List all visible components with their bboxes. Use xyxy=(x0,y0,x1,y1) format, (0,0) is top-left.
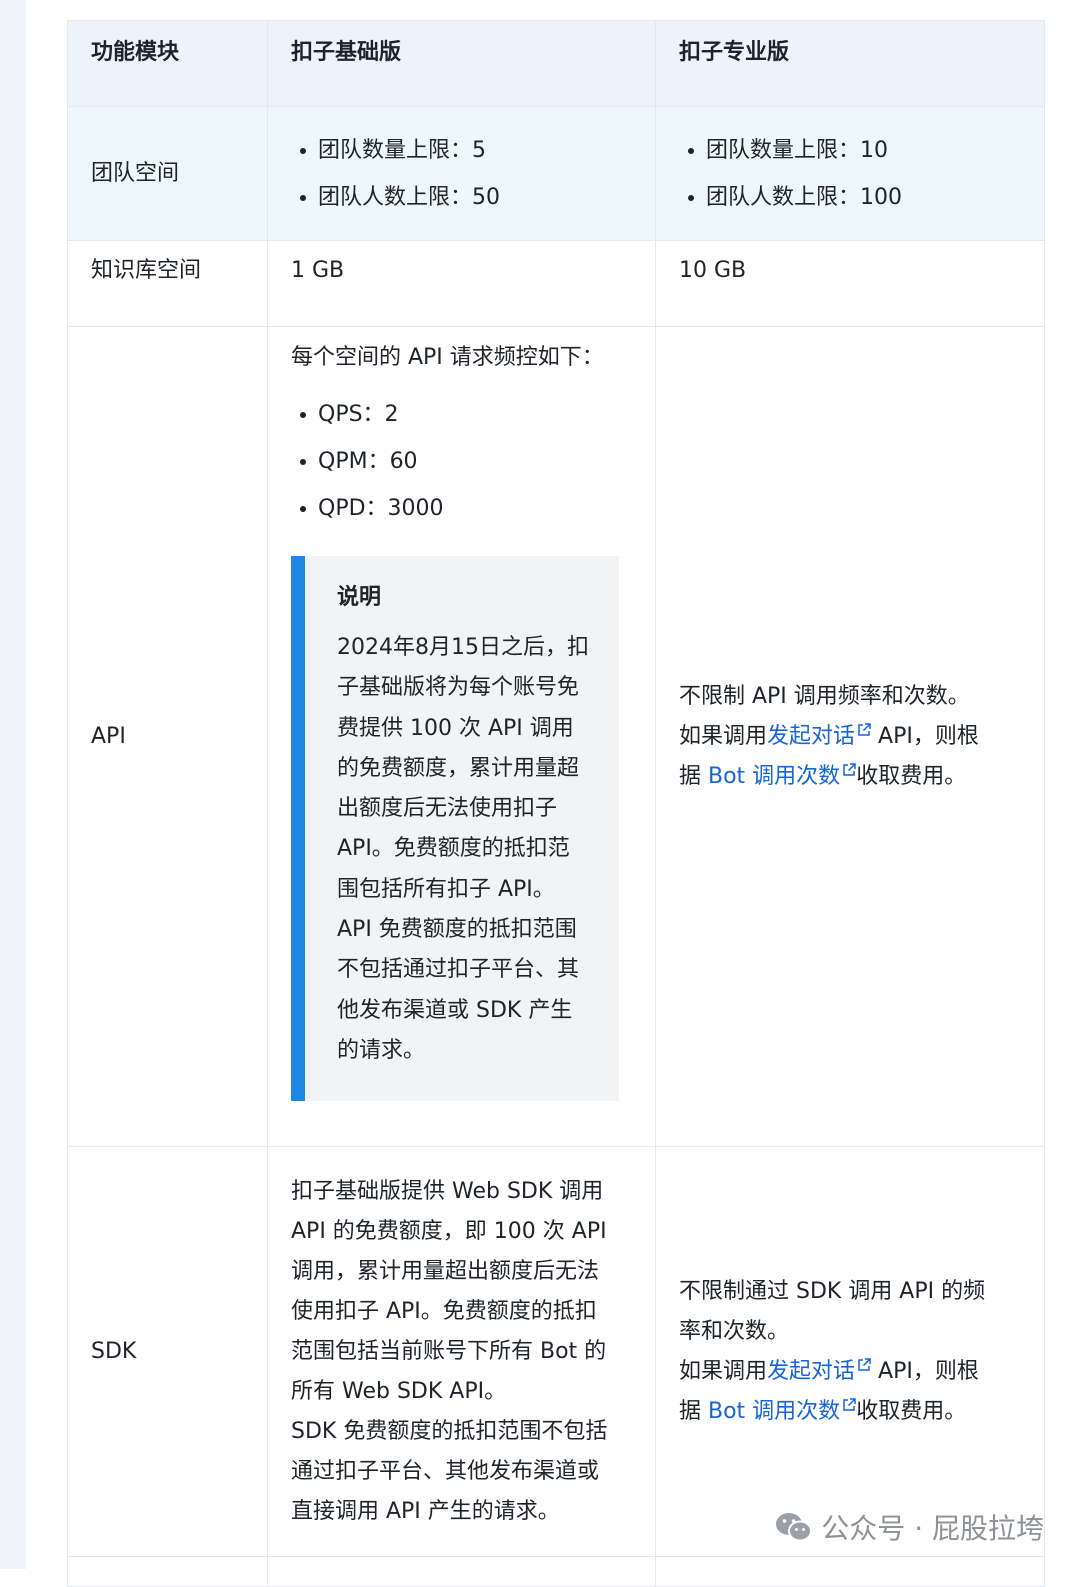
external-link-icon[interactable] xyxy=(842,1397,856,1412)
team-label: 团队空间 xyxy=(67,106,268,241)
kb-label: 知识库空间 xyxy=(67,240,268,327)
sdk-basic-line: 使用扣子 API。免费额度的抵扣 xyxy=(291,1298,597,1324)
link-bot-call-count[interactable]: Bot 调用次数 xyxy=(708,764,840,789)
sdk-pro-line: 据 Bot 调用次数 收取费用。 xyxy=(679,1392,1022,1432)
api-pro-line: 不限制 API 调用频率和次数。 xyxy=(679,683,970,709)
api-basic-cell: 每个空间的 API 请求频控如下： QPS：2 QPM：60 QPD：3000 … xyxy=(267,326,656,1147)
table-header-row: 功能模块 扣子基础版 扣子专业版 xyxy=(67,20,1045,107)
sdk-basic-line: 调用，累计用量超出额度后无法 xyxy=(291,1258,600,1284)
api-pro-mid: API，则根 xyxy=(871,723,979,749)
note-line: 的免费额度，累计用量超 xyxy=(337,755,580,781)
team-pro-cell: 团队数量上限：10 团队人数上限：100 xyxy=(655,106,1045,241)
sdk-pro-prefix: 如果调用 xyxy=(679,1358,768,1384)
external-link-icon[interactable] xyxy=(857,722,871,737)
link-start-conversation[interactable]: 发起对话 xyxy=(767,1359,855,1384)
note-title: 说明 xyxy=(337,585,382,610)
kb-pro-value: 10 GB xyxy=(655,240,1045,327)
sdk-basic-line: 直接调用 API 产生的请求。 xyxy=(291,1498,560,1524)
external-link-icon[interactable] xyxy=(857,1357,871,1372)
list-item: 团队数量上限：5 xyxy=(300,127,633,174)
sdk-pro-cell: 不限制通过 SDK 调用 API 的频 率和次数。 如果调用发起对话 API，则… xyxy=(655,1146,1045,1557)
empty-cell xyxy=(267,1556,656,1587)
note-line: 不包括通过扣子平台、其 xyxy=(337,957,580,983)
watermark: 公众号 · 屁股拉垮 xyxy=(775,1507,1044,1547)
list-item: QPM：60 xyxy=(300,438,633,485)
note-line: 他发布渠道或 SDK 产生 xyxy=(337,997,573,1023)
team-basic-cell: 团队数量上限：5 团队人数上限：50 xyxy=(267,106,656,241)
list-item: 团队人数上限：50 xyxy=(300,174,633,221)
list-item: 团队数量上限：10 xyxy=(688,127,1022,174)
table-row-sdk: SDK 扣子基础版提供 Web SDK 调用 API 的免费额度，即 100 次… xyxy=(67,1146,1045,1557)
sdk-label: SDK xyxy=(67,1146,268,1557)
sdk-basic-cell: 扣子基础版提供 Web SDK 调用 API 的免费额度，即 100 次 API… xyxy=(267,1146,656,1557)
note-line: API 免费额度的抵扣范围 xyxy=(337,917,577,943)
api-intro-text: 每个空间的 API 请求频控如下： xyxy=(291,345,604,370)
sdk-pro-mid: API，则根 xyxy=(871,1358,979,1384)
header-pro: 扣子专业版 xyxy=(655,20,1045,107)
header-basic: 扣子基础版 xyxy=(267,20,656,107)
watermark-text: 公众号 · 屁股拉垮 xyxy=(821,1512,1044,1545)
note-line: API。免费额度的抵扣范 xyxy=(337,836,570,862)
page-side-bar xyxy=(0,0,26,1569)
api-pro-line: 据 Bot 调用次数 收取费用。 xyxy=(679,757,1022,797)
api-pro-line: 如果调用发起对话 API，则根 xyxy=(679,717,1022,757)
empty-cell xyxy=(67,1556,268,1587)
api-pro-prefix2: 据 xyxy=(679,763,708,789)
header-module: 功能模块 xyxy=(67,20,268,107)
list-item: QPS：2 xyxy=(300,391,633,438)
api-pro-cell: 不限制 API 调用频率和次数。 如果调用发起对话 API，则根 据 Bot 调… xyxy=(655,326,1045,1147)
sdk-pro-prefix2: 据 xyxy=(679,1398,708,1424)
sdk-basic-line: SDK 免费额度的抵扣范围不包括 xyxy=(291,1418,608,1444)
sdk-pro-line: 如果调用发起对话 API，则根 xyxy=(679,1352,1022,1392)
table-row-api: API 每个空间的 API 请求频控如下： QPS：2 QPM：60 QPD：3… xyxy=(67,326,1045,1147)
note-line: 的请求。 xyxy=(337,1037,426,1063)
sdk-basic-line: 范围包括当前账号下所有 Bot 的 xyxy=(291,1338,607,1364)
table-row-team: 团队空间 团队数量上限：5 团队人数上限：50 团队数量上限：10 团队人数上限… xyxy=(67,106,1045,241)
note-line: 2024年8月15日之后，扣 xyxy=(337,635,589,660)
sdk-basic-line: 扣子基础版提供 Web SDK 调用 xyxy=(291,1178,604,1204)
table-row-next xyxy=(67,1556,1045,1587)
kb-basic-value: 1 GB xyxy=(267,240,656,327)
list-item: QPD：3000 xyxy=(300,485,633,532)
sdk-pro-suffix: 收取费用。 xyxy=(856,1398,967,1424)
sdk-basic-line: API 的免费额度，即 100 次 API xyxy=(291,1218,607,1244)
empty-cell xyxy=(655,1556,1045,1587)
api-pro-prefix: 如果调用 xyxy=(679,723,768,749)
sdk-basic-line: 通过扣子平台、其他发布渠道或 xyxy=(291,1458,600,1484)
sdk-basic-line: 所有 Web SDK API。 xyxy=(291,1378,507,1404)
note-callout: 说明 2024年8月15日之后，扣 子基础版将为每个账号免 费提供 100 次 … xyxy=(291,556,619,1102)
link-bot-call-count[interactable]: Bot 调用次数 xyxy=(708,1399,840,1424)
api-label: API xyxy=(67,326,268,1147)
link-start-conversation[interactable]: 发起对话 xyxy=(767,724,855,749)
list-item: 团队人数上限：100 xyxy=(688,174,1022,221)
api-pro-suffix: 收取费用。 xyxy=(856,763,967,789)
note-line: 围包括所有扣子 API。 xyxy=(337,876,555,902)
pricing-comparison-table: 功能模块 扣子基础版 扣子专业版 团队空间 团队数量上限：5 团队人数上限：50… xyxy=(67,20,1045,1587)
external-link-icon[interactable] xyxy=(842,762,856,777)
note-line: 费提供 100 次 API 调用 xyxy=(337,715,574,741)
table-row-kb: 知识库空间 1 GB 10 GB xyxy=(67,240,1045,327)
note-line: 出额度后无法使用扣子 xyxy=(337,796,558,822)
wechat-icon xyxy=(776,1513,813,1542)
sdk-pro-line: 不限制通过 SDK 调用 API 的频 xyxy=(679,1278,986,1304)
note-line: 子基础版将为每个账号免 xyxy=(337,675,580,701)
sdk-pro-line: 率和次数。 xyxy=(679,1318,790,1344)
